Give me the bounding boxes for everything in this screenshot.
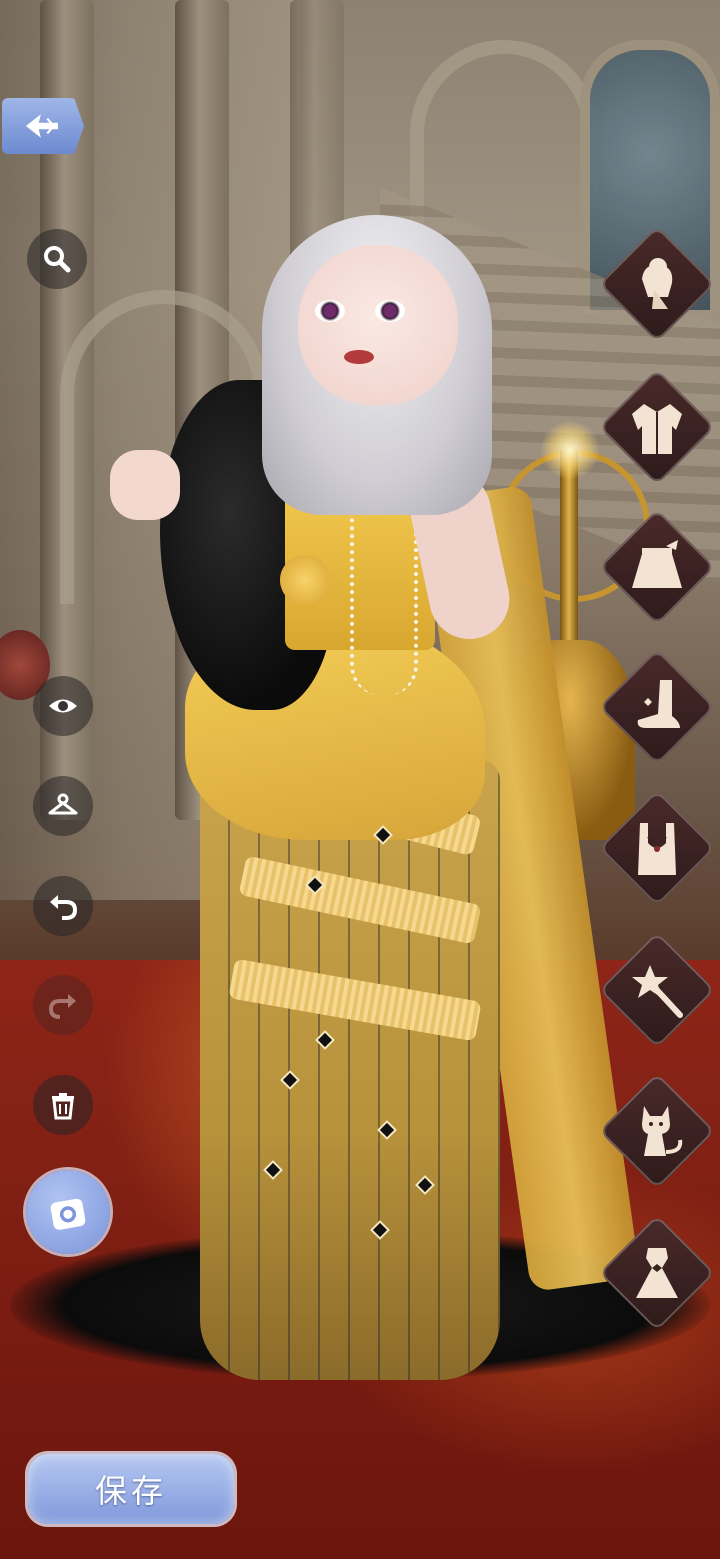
back-button[interactable] [2, 98, 84, 154]
skirt-icon [632, 540, 682, 588]
save-button[interactable]: 保存 [28, 1454, 234, 1524]
category-tab-bottom[interactable] [599, 509, 715, 625]
category-tab-shoes[interactable] [599, 649, 715, 765]
back-arrow-icon [25, 114, 58, 138]
lamp-glow [540, 420, 600, 480]
delete-button[interactable] [33, 1075, 93, 1135]
redo-button[interactable] [33, 975, 93, 1035]
category-tab-effects[interactable] [599, 932, 715, 1048]
redo-icon [48, 994, 76, 1019]
camera-icon [50, 1198, 86, 1230]
eye-icon [49, 699, 77, 713]
toggle-visibility-button[interactable] [33, 676, 93, 736]
trash-icon [52, 1093, 74, 1120]
magic-wand-icon [632, 965, 683, 1018]
jacket-icon [632, 404, 682, 454]
undo-button[interactable] [33, 876, 93, 936]
search-icon [44, 246, 71, 273]
search-button[interactable] [27, 229, 87, 289]
category-tab-hair[interactable] [599, 226, 715, 342]
hanger-icon [48, 793, 78, 815]
camera-button[interactable] [26, 1170, 110, 1254]
category-tab-top[interactable] [599, 369, 715, 485]
arch [60, 290, 268, 604]
undo-icon [50, 895, 78, 920]
category-tab-pets[interactable] [599, 1073, 715, 1189]
cat-icon [642, 1106, 683, 1156]
hairstyle-icon [642, 258, 673, 309]
necklace-icon [638, 823, 676, 875]
wardrobe-button[interactable] [33, 776, 93, 836]
save-button-label: 保存 [94, 1472, 167, 1510]
dress-icon [636, 1248, 678, 1298]
category-tab-dress[interactable] [599, 1215, 715, 1331]
category-tab-accessories[interactable] [599, 790, 715, 906]
shoe-icon [637, 680, 680, 728]
pillar [290, 0, 344, 820]
